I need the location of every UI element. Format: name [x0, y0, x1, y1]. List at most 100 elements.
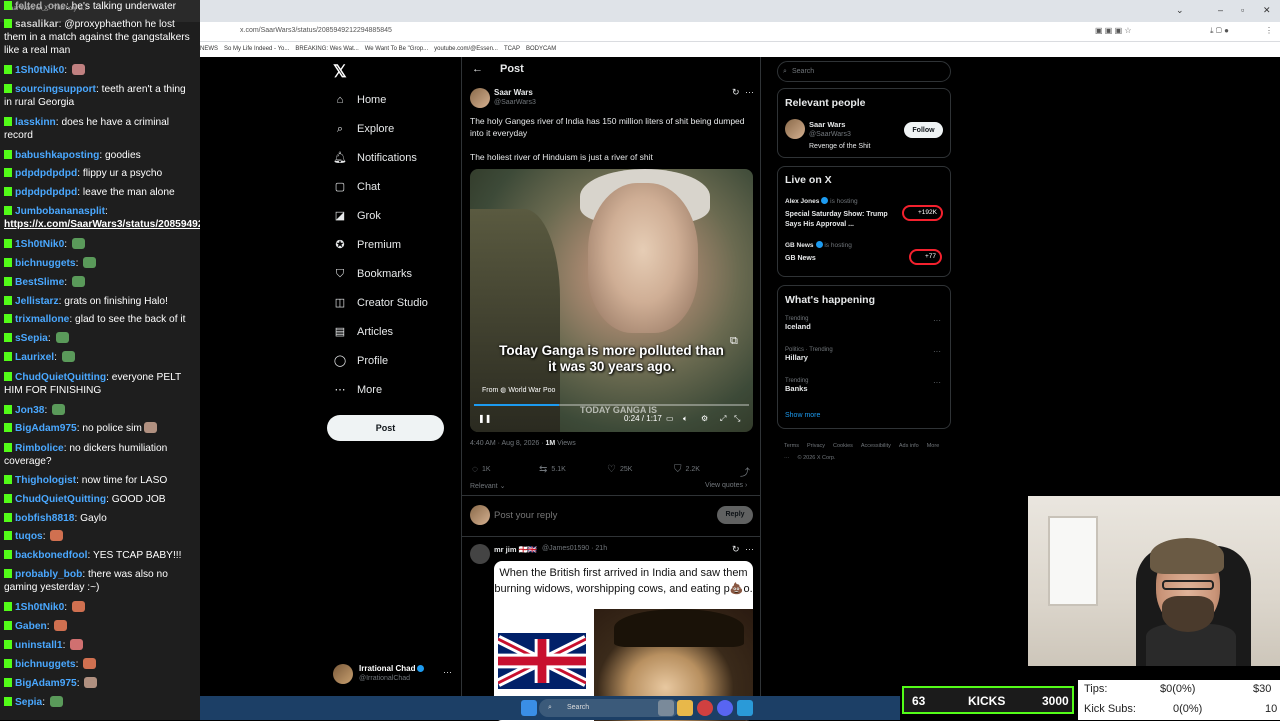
bookmark-item[interactable]: BODYCAM	[526, 46, 556, 52]
chat-username[interactable]: bichnuggets	[15, 659, 76, 670]
trend-item[interactable]: Trending Banks ···	[785, 378, 945, 393]
chat-username[interactable]: Laurixel	[15, 352, 54, 363]
nav-item-creator-studio[interactable]: ◫ Creator Studio	[333, 292, 428, 314]
folder-icon[interactable]	[677, 700, 693, 716]
chat-username[interactable]: 1Sh0tNik0	[15, 65, 64, 76]
show-more-link[interactable]: Show more	[785, 412, 820, 419]
chat-username[interactable]: trixmallone	[15, 314, 69, 325]
bookmark-item[interactable]: We Want To Be "Grop...	[365, 46, 428, 52]
live-host[interactable]: GB News is hosting	[785, 241, 852, 249]
account-switcher[interactable]: Irrational Chad @IrrationalChad ···	[333, 662, 458, 688]
reply-button[interactable]: Reply	[717, 506, 753, 524]
chevron-down-icon[interactable]: ⌄	[1176, 5, 1184, 16]
video-player[interactable]: ⧉ Today Ganga is more polluted than it w…	[470, 169, 753, 432]
sort-dropdown[interactable]: Relevant ⌄	[470, 482, 505, 490]
nav-item-notifications[interactable]: 🔔︎ Notifications	[333, 147, 417, 169]
chat-username[interactable]: 1Sh0tNik0	[15, 602, 64, 613]
more-icon[interactable]: ···	[933, 378, 941, 387]
footer-link[interactable]: © 2026 X Corp.	[798, 455, 836, 461]
chat-username[interactable]: felted_one	[15, 1, 66, 12]
chat-username[interactable]: tuqos	[15, 531, 43, 542]
live-listener-count[interactable]: +192K	[902, 205, 943, 221]
nav-item-chat[interactable]: ▢ Chat	[333, 176, 380, 198]
chat-username[interactable]: sSepia	[15, 333, 48, 344]
live-title[interactable]: Special Saturday Show: Trump Says His Ap…	[785, 210, 895, 230]
chat-username[interactable]: sourcingsupport	[15, 84, 96, 95]
address-bar[interactable]: x.com/SaarWars3/status/20859492122948858…	[200, 22, 1280, 42]
reply-handle[interactable]: @James01590 · 21h	[542, 545, 607, 552]
start-icon[interactable]	[521, 700, 537, 716]
chat-username[interactable]: BigAdam975	[15, 423, 77, 434]
footer-link[interactable]: Privacy	[807, 443, 825, 449]
post-button[interactable]: Post	[327, 415, 444, 441]
chat-username[interactable]: pdpdpdpdpd	[15, 187, 77, 198]
extensions-icon[interactable]: ▣ ▣ ▣ ☆	[1095, 26, 1132, 35]
chat-username[interactable]: probably_bob	[15, 569, 82, 580]
bookmark-item[interactable]: youtube.com/@Essen...	[434, 46, 498, 52]
more-icon[interactable]: ···	[745, 544, 754, 554]
nav-item-home[interactable]: ⌂ Home	[333, 89, 387, 111]
reply-input[interactable]	[494, 506, 694, 524]
chat-username[interactable]: Rimbolice	[15, 443, 64, 454]
nav-item-bookmarks[interactable]: ⛉ Bookmarks	[333, 263, 412, 285]
follow-button[interactable]: Follow	[904, 122, 943, 138]
trend-item[interactable]: Trending Iceland ···	[785, 316, 945, 331]
bookmark-item[interactable]: TCAP	[504, 46, 520, 52]
reply-author[interactable]: mr jim 🏴󠁧󠁢󠁥󠁮󠁧󠁿🇬🇧	[494, 545, 537, 554]
live-listener-count[interactable]: +77	[909, 249, 943, 265]
back-arrow-icon[interactable]: ←	[472, 63, 483, 75]
chat-username[interactable]: bichnuggets	[15, 258, 76, 269]
menu-icon[interactable]: ⋮	[1265, 26, 1273, 35]
more-icon[interactable]: ···	[443, 667, 452, 677]
chat-link[interactable]: https://x.com/SaarWars3/status/208594921…	[4, 219, 200, 230]
edge-icon[interactable]	[737, 700, 753, 716]
chat-username[interactable]: Gaben	[15, 621, 47, 632]
grok-icon[interactable]: ↻	[732, 87, 740, 98]
person-name[interactable]: Saar Wars	[809, 120, 845, 129]
chat-username[interactable]: ChudQuietQuitting	[15, 372, 106, 383]
chat-username[interactable]: backbonedfool	[15, 550, 87, 561]
repost-action[interactable]: ⇆ 5.1K	[539, 464, 566, 475]
share-action[interactable]: ⤴	[740, 464, 754, 479]
more-icon[interactable]: ···	[933, 347, 941, 356]
like-action[interactable]: ♡ 25K	[607, 464, 632, 475]
footer-link[interactable]: Accessibility	[861, 443, 891, 449]
pause-icon[interactable]: ❚❚	[478, 414, 491, 423]
volume-icon[interactable]: 🔈︎	[683, 414, 688, 424]
chat-username[interactable]: Jon38	[15, 405, 44, 416]
avatar[interactable]	[785, 119, 805, 139]
nav-item-more[interactable]: ⋯ More	[333, 379, 383, 401]
footer-link[interactable]: Cookies	[833, 443, 853, 449]
bookmark-item[interactable]: So My Life Indeed - Yo...	[224, 46, 289, 52]
chat-username[interactable]: babushkaposting	[15, 150, 99, 161]
view-quotes-link[interactable]: View quotes ›	[705, 482, 747, 489]
chat-username[interactable]: BestSlime	[15, 277, 64, 288]
chat-username[interactable]: Jellistarz	[15, 296, 59, 307]
person-handle[interactable]: @SaarWars3	[809, 131, 851, 138]
nav-item-premium[interactable]: ✪ Premium	[333, 234, 401, 256]
taskview-icon[interactable]	[658, 700, 674, 716]
chat-username[interactable]: bobfish8818	[15, 513, 74, 524]
grok-icon[interactable]: ↻	[732, 544, 740, 555]
chat-username[interactable]: Sepia	[15, 697, 42, 708]
chat-username[interactable]: ChudQuietQuitting	[15, 494, 106, 505]
live-host[interactable]: Alex Jones is hosting	[785, 197, 858, 205]
nav-item-explore[interactable]: ⌕ Explore	[333, 118, 394, 140]
chrome-icon[interactable]	[697, 700, 713, 716]
bookmark-item[interactable]: BREAKING: Wes Wat...	[295, 46, 358, 52]
more-icon[interactable]: ···	[933, 316, 941, 325]
more-icon[interactable]: ···	[745, 87, 754, 97]
avatar[interactable]	[470, 544, 490, 564]
chat-username[interactable]: BigAdam975	[15, 678, 77, 689]
video-source[interactable]: From ◍ World War Poo	[482, 386, 555, 394]
expand-icon[interactable]: ⤡	[734, 414, 740, 424]
avatar[interactable]	[470, 88, 490, 108]
maximize-icon[interactable]: ▫	[1241, 5, 1244, 15]
nav-item-profile[interactable]: ◯ Profile	[333, 350, 388, 372]
nav-item-grok[interactable]: ◪ Grok	[333, 205, 381, 227]
fullscreen-icon[interactable]: ⤢	[720, 414, 726, 424]
minimize-icon[interactable]: –	[1218, 5, 1223, 15]
captions-icon[interactable]: ▭	[666, 414, 674, 423]
bookmark-action[interactable]: ⛉ 2.2K	[674, 464, 700, 475]
bookmark-item[interactable]: NEWS	[200, 46, 218, 52]
